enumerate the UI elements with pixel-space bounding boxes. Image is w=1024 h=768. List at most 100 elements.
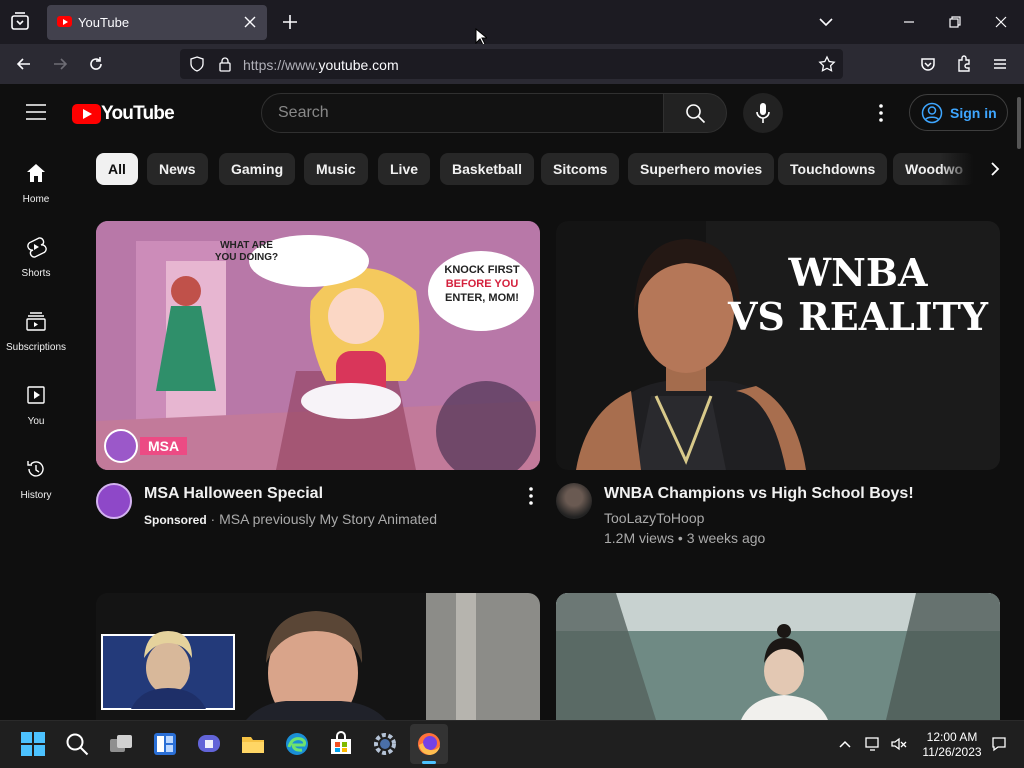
microsoft-store-icon[interactable] (328, 731, 354, 757)
bubble2-line-a: KNOCK FIRST (444, 264, 520, 276)
sidebar-item-shorts[interactable]: Shorts (4, 216, 68, 286)
os-taskbar: 12:00 AM 11/26/2023 (0, 720, 1024, 768)
microphone-icon (756, 103, 770, 123)
channel-avatar[interactable] (96, 483, 132, 519)
video-title[interactable]: WNBA Champions vs High School Boys! (604, 485, 914, 503)
bookmark-star-icon[interactable] (818, 55, 836, 73)
windows-start-icon[interactable] (20, 731, 46, 757)
chip-gaming[interactable]: Gaming (219, 153, 296, 185)
volume-muted-icon[interactable] (890, 735, 908, 753)
active-indicator (422, 761, 436, 764)
reload-icon[interactable] (86, 54, 106, 74)
sidebar-item-label: Home (22, 194, 50, 205)
sidebar-item-label: History (20, 490, 52, 501)
close-window-icon[interactable] (991, 12, 1011, 32)
video-thumbnail[interactable] (96, 593, 540, 720)
video-title[interactable]: MSA Halloween Special (144, 485, 323, 503)
list-all-tabs-icon[interactable] (816, 12, 836, 32)
video-thumbnail[interactable] (556, 593, 1000, 720)
chip-fade (940, 150, 1024, 190)
tracking-shield-icon[interactable] (189, 56, 205, 72)
channel-name[interactable]: TooLazyToHoop (604, 510, 704, 526)
video-sponsor-line: Sponsored · MSA previously My Story Anim… (144, 511, 437, 527)
settings-more-icon[interactable] (870, 102, 892, 124)
sidebar-item-label: Subscriptions (5, 342, 67, 353)
thumb-line-2: VS REALITY (727, 294, 989, 339)
edge-browser-icon[interactable] (284, 731, 310, 757)
teams-chat-icon[interactable] (196, 731, 222, 757)
widgets-icon[interactable] (152, 731, 178, 757)
app-menu-icon[interactable] (990, 54, 1010, 74)
guide-menu-icon[interactable] (26, 104, 46, 120)
bubble2-line-c: ENTER, MOM! (445, 292, 519, 304)
search-icon (686, 104, 706, 124)
url-bar[interactable]: https://www.youtube.com (180, 49, 843, 79)
chip-live[interactable]: Live (378, 153, 431, 185)
video-card-meta: WNBA Champions vs High School Boys! TooL… (556, 483, 1000, 553)
task-view-icon[interactable] (108, 731, 134, 757)
extensions-icon[interactable] (954, 54, 974, 74)
chip-basketball[interactable]: Basketball (440, 153, 535, 185)
new-tab-icon[interactable] (280, 12, 300, 32)
sign-in-button[interactable]: Sign in (909, 94, 1008, 131)
channel-avatar[interactable] (556, 483, 592, 519)
thumb-line-1: WNBA (788, 250, 928, 295)
close-tab-icon[interactable] (241, 13, 259, 31)
child-thumbnail-art (556, 593, 1000, 720)
url-text: https://www.youtube.com (243, 57, 399, 73)
back-icon[interactable] (14, 54, 34, 74)
sidebar-item-history[interactable]: History (4, 438, 68, 508)
sidebar-item-label: You (27, 416, 45, 427)
page-scrollbar[interactable] (1017, 97, 1021, 149)
youtube-logo[interactable]: YouTube (72, 103, 175, 125)
youtube-play-icon (72, 104, 101, 124)
system-clock[interactable]: 12:00 AM 11/26/2023 (916, 730, 988, 760)
search-input[interactable]: Search (261, 93, 664, 133)
minimize-icon[interactable] (899, 12, 919, 32)
notifications-icon[interactable] (990, 735, 1008, 753)
chevron-up-icon[interactable] (838, 738, 852, 750)
video-card-meta: MSA Halloween Special Sponsored · MSA pr… (96, 483, 540, 543)
chip-sitcoms[interactable]: Sitcoms (541, 153, 620, 185)
url-prefix: https://www. (243, 57, 319, 73)
network-icon[interactable] (864, 735, 882, 753)
channel-name[interactable]: MSA previously My Story Animated (219, 511, 437, 527)
video-thumbnail[interactable]: WNBA VS REALITY (556, 221, 1000, 470)
voice-search-button[interactable] (743, 93, 783, 133)
taskbar-search-icon[interactable] (64, 731, 90, 757)
chip-superhero-movies[interactable]: Superhero movies (628, 153, 775, 185)
sidebar-item-home[interactable]: Home (4, 142, 68, 212)
msa-thumbnail-art (96, 221, 540, 470)
sign-in-label: Sign in (950, 105, 997, 121)
video-thumbnail[interactable]: WHAT ARE YOU DOING? KNOCK FIRST BEFORE Y… (96, 221, 540, 470)
pocket-icon[interactable] (918, 54, 938, 74)
browser-tab-bar: YouTube (0, 0, 1024, 46)
firefox-icon (418, 733, 440, 755)
search-button[interactable] (663, 93, 727, 133)
account-circle-icon (921, 102, 943, 124)
browser-nav-bar: https://www.youtube.com (0, 44, 1024, 84)
chip-news[interactable]: News (147, 153, 208, 185)
youtube-favicon-icon (57, 16, 72, 27)
more-actions-icon[interactable] (522, 485, 540, 507)
chip-all[interactable]: All (96, 153, 138, 185)
sidebar-item-label: Shorts (21, 268, 51, 279)
tab-title: YouTube (78, 15, 130, 30)
clock-time: 12:00 AM (926, 730, 978, 744)
chevron-right-icon[interactable] (984, 158, 1006, 180)
settings-gear-icon[interactable] (372, 731, 398, 757)
video-stats: 1.2M views • 3 weeks ago (604, 530, 766, 546)
tab-youtube[interactable]: YouTube (47, 5, 267, 40)
tab-list-icon[interactable] (8, 10, 32, 34)
thumb-bubble-1: WHAT ARE YOU DOING? (214, 240, 279, 264)
forward-icon[interactable] (50, 54, 70, 74)
sidebar-item-subscriptions[interactable]: Subscriptions (4, 290, 68, 360)
lock-icon[interactable] (217, 56, 233, 72)
chip-touchdowns[interactable]: Touchdowns (778, 153, 888, 185)
url-domain: youtube.com (318, 57, 399, 73)
sidebar-item-you[interactable]: You (4, 364, 68, 434)
chip-music[interactable]: Music (304, 153, 368, 185)
file-explorer-icon[interactable] (240, 731, 266, 757)
taskbar-active-app[interactable] (410, 724, 448, 764)
restore-icon[interactable] (945, 12, 965, 32)
